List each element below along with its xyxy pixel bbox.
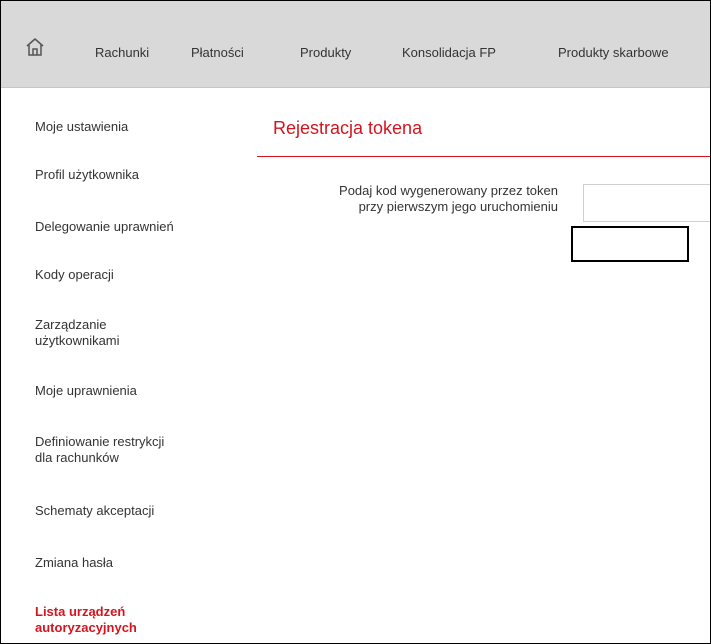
nav-item-rachunki[interactable]: Rachunki [95, 45, 149, 60]
title-divider [257, 156, 710, 157]
sidebar-item-lista-urzadzen[interactable]: Lista urządzeń autoryzacyjnych [35, 604, 235, 636]
sidebar-item-label: Profil użytkownika [35, 167, 140, 182]
sidebar-item-zmiana-hasla[interactable]: Zmiana hasła [35, 555, 235, 571]
sidebar-item-label: Moje uprawnienia [35, 383, 137, 398]
sidebar-item-delegowanie-uprawnien[interactable]: Delegowanie uprawnień [35, 219, 235, 235]
redaction-box [571, 226, 689, 262]
home-icon[interactable] [25, 37, 45, 57]
sidebar-item-label-line2: dla rachunków [35, 450, 119, 465]
sidebar-item-label: Zmiana hasła [35, 555, 114, 570]
sidebar-item-label: Lista urządzeń [35, 604, 126, 619]
token-code-label-line1: Podaj kod wygenerowany przez token [339, 183, 558, 198]
sidebar-item-profil-uzytkownika[interactable]: Profil użytkownika [35, 167, 235, 183]
nav-item-produkty[interactable]: Produkty [300, 45, 351, 60]
sidebar-item-label: Zarządzanie [35, 317, 107, 332]
nav-item-produkty-skarbowe[interactable]: Produkty skarbowe [558, 45, 669, 60]
sidebar-item-label: Schematy akceptacji [35, 503, 155, 518]
sidebar-item-label: Kody operacji [35, 267, 114, 282]
nav-item-platnosci[interactable]: Płatności [191, 45, 244, 60]
nav-item-konsolidacja-fp[interactable]: Konsolidacja FP [402, 45, 496, 60]
sidebar-item-label: Delegowanie uprawnień [35, 219, 174, 234]
sidebar-item-label-line2: użytkownikami [35, 333, 120, 348]
sidebar-item-label: Moje ustawienia [35, 119, 129, 134]
token-code-input[interactable] [583, 184, 710, 222]
sidebar-item-zarzadzanie-uzytkownikami[interactable]: Zarządzanie użytkownikami [35, 317, 235, 349]
sidebar-item-moje-ustawienia[interactable]: Moje ustawienia [35, 119, 235, 135]
app-frame: Rachunki Płatności Produkty Konsolidacja… [0, 0, 711, 644]
page-title: Rejestracja tokena [273, 118, 423, 138]
sidebar-item-label: Definiowanie restrykcji [35, 434, 165, 449]
sidebar-item-moje-uprawnienia[interactable]: Moje uprawnienia [35, 383, 235, 399]
sidebar-item-label-line2: autoryzacyjnych [35, 620, 137, 635]
sidebar-item-schematy-akceptacji[interactable]: Schematy akceptacji [35, 503, 235, 519]
sidebar-item-kody-operacji[interactable]: Kody operacji [35, 267, 235, 283]
top-navigation: Rachunki Płatności Produkty Konsolidacja… [1, 1, 710, 88]
token-code-label: Podaj kod wygenerowany przez token przy … [261, 183, 558, 215]
sidebar-item-definiowanie-restrykcji[interactable]: Definiowanie restrykcji dla rachunków [35, 434, 235, 466]
token-code-label-line2: przy pierwszym jego uruchomieniu [358, 199, 558, 214]
